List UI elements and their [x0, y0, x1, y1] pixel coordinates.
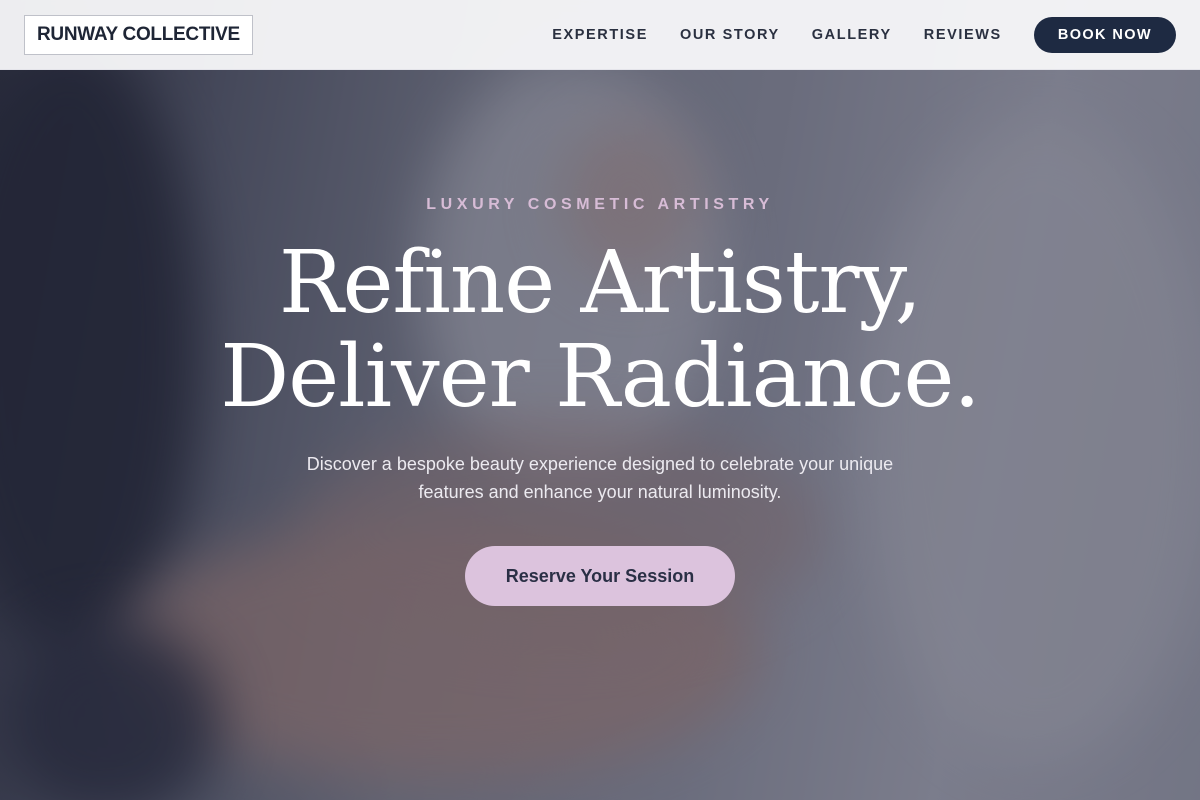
- hero-headline: Refine Artistry, Deliver Radiance.: [0, 236, 1200, 424]
- nav-link-our-story[interactable]: OUR STORY: [680, 27, 780, 43]
- hero-subtext: Discover a bespoke beauty experience des…: [306, 454, 894, 502]
- nav-link-reviews[interactable]: REVIEWS: [924, 27, 1002, 43]
- nav-link-gallery[interactable]: GALLERY: [812, 27, 892, 43]
- nav-link-expertise[interactable]: EXPERTISE: [552, 27, 648, 43]
- headline-line-2: Deliver Radiance.: [220, 327, 980, 427]
- hero-eyebrow: LUXURY COSMETIC ARTISTRY: [426, 196, 774, 213]
- headline-line-1: Refine Artistry,: [278, 233, 922, 333]
- brand-logo[interactable]: RUNWAY COLLECTIVE: [24, 14, 253, 55]
- site-header: RUNWAY COLLECTIVE EXPERTISE OUR STORY GA…: [0, 0, 1200, 70]
- reserve-session-button[interactable]: Reserve Your Session: [465, 546, 735, 606]
- main-nav: EXPERTISE OUR STORY GALLERY REVIEWS BOOK…: [552, 16, 1176, 53]
- hero-content: LUXURY COSMETIC ARTISTRY Refine Artistry…: [0, 0, 1200, 800]
- book-now-button[interactable]: BOOK NOW: [1033, 16, 1176, 53]
